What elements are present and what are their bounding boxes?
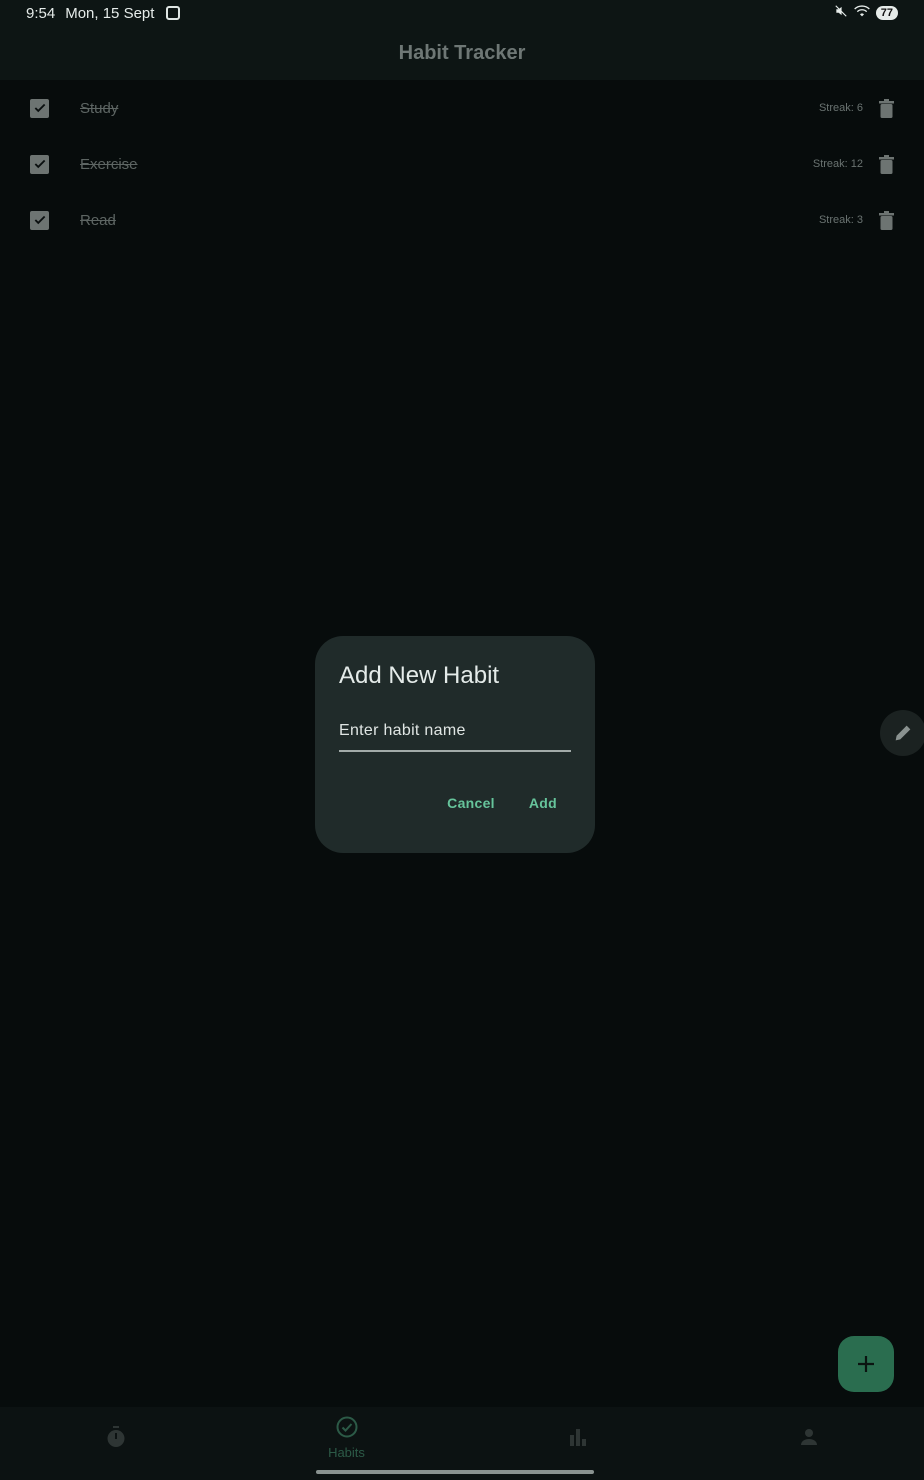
app-bar: Habit Tracker: [0, 26, 924, 80]
nav-label: Habits: [328, 1445, 365, 1460]
nav-item-timer[interactable]: [0, 1407, 231, 1480]
delete-habit-button[interactable]: [878, 98, 894, 118]
cancel-button[interactable]: Cancel: [433, 787, 509, 819]
dialog-actions: Cancel Add: [433, 787, 571, 819]
plus-icon: [858, 1356, 874, 1372]
habit-name-input[interactable]: [339, 712, 571, 752]
screenshot-icon: [166, 6, 181, 20]
check-icon: [34, 215, 45, 225]
status-date: Mon, 15 Sept: [65, 4, 155, 22]
habit-name: Exercise: [80, 155, 138, 173]
habit-checkbox[interactable]: [30, 154, 49, 174]
habit-name: Read: [80, 211, 116, 229]
trash-icon: [878, 98, 894, 118]
habit-streak: Streak: 3: [818, 214, 863, 226]
trash-icon: [878, 154, 894, 174]
bar-chart-icon: [566, 1425, 590, 1449]
person-icon: [797, 1425, 821, 1449]
habit-row-exercise[interactable]: Exercise Streak: 12: [0, 136, 924, 192]
habit-checkbox[interactable]: [30, 98, 49, 118]
delete-habit-button[interactable]: [878, 210, 894, 230]
habit-row-study[interactable]: Study Streak: 6: [0, 80, 924, 136]
status-bar: 9:54 Mon, 15 Sept 77: [0, 0, 924, 26]
home-indicator[interactable]: [316, 1470, 594, 1474]
check-icon: [34, 159, 45, 169]
habit-streak: Streak: 6: [818, 102, 863, 114]
habit-name-field: [339, 712, 571, 754]
check-circle-icon: [335, 1415, 359, 1439]
add-habit-dialog: Add New Habit Cancel Add: [315, 636, 595, 853]
habit-list: Study Streak: 6 Exercise Streak: 12 Read…: [0, 80, 924, 248]
status-icons: 77: [834, 4, 898, 22]
page-title: Habit Tracker: [398, 41, 526, 64]
trash-icon: [878, 210, 894, 230]
status-time: 9:54: [26, 4, 56, 22]
habit-streak: Streak: 12: [812, 158, 863, 170]
pencil-icon: [895, 725, 911, 741]
mute-icon: [834, 4, 848, 22]
timer-icon: [104, 1425, 128, 1449]
add-habit-fab[interactable]: [838, 1336, 894, 1392]
wifi-icon: [853, 4, 870, 22]
nav-item-profile[interactable]: [693, 1407, 924, 1480]
add-button[interactable]: Add: [515, 787, 571, 819]
habit-checkbox[interactable]: [30, 210, 49, 230]
dialog-title: Add New Habit: [339, 662, 500, 689]
habit-name: Study: [80, 99, 119, 117]
battery-level: 77: [875, 6, 898, 20]
floating-edit-button[interactable]: [880, 710, 924, 756]
check-icon: [34, 103, 45, 113]
habit-row-read[interactable]: Read Streak: 3: [0, 192, 924, 248]
delete-habit-button[interactable]: [878, 154, 894, 174]
